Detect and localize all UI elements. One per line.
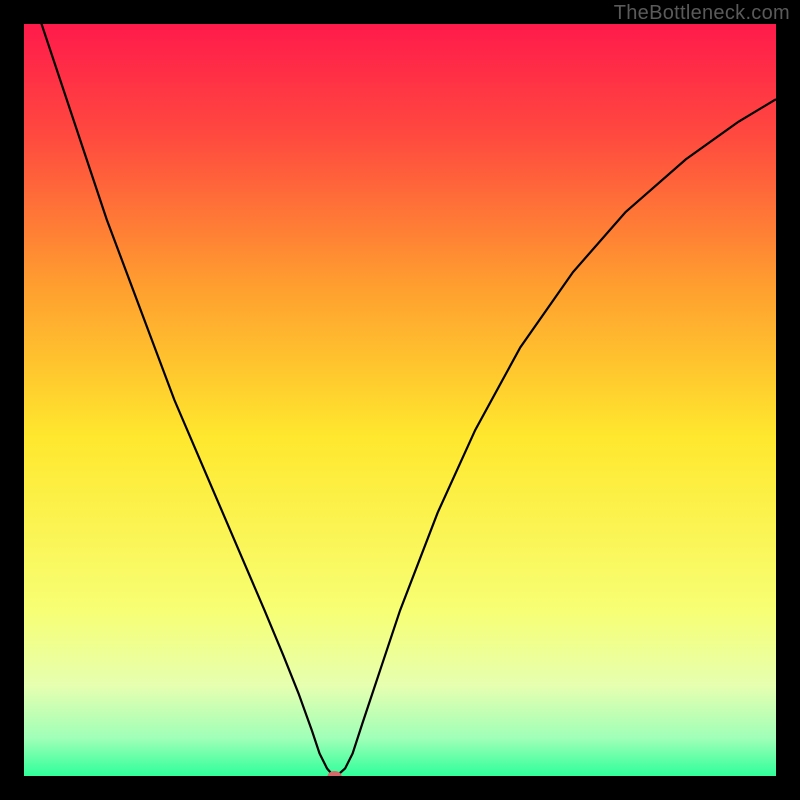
watermark-text: TheBottleneck.com bbox=[614, 2, 790, 25]
chart-frame: TheBottleneck.com bbox=[0, 0, 800, 800]
gradient-background bbox=[24, 24, 776, 776]
bottleneck-chart-svg bbox=[24, 24, 776, 776]
plot-area bbox=[24, 24, 776, 776]
